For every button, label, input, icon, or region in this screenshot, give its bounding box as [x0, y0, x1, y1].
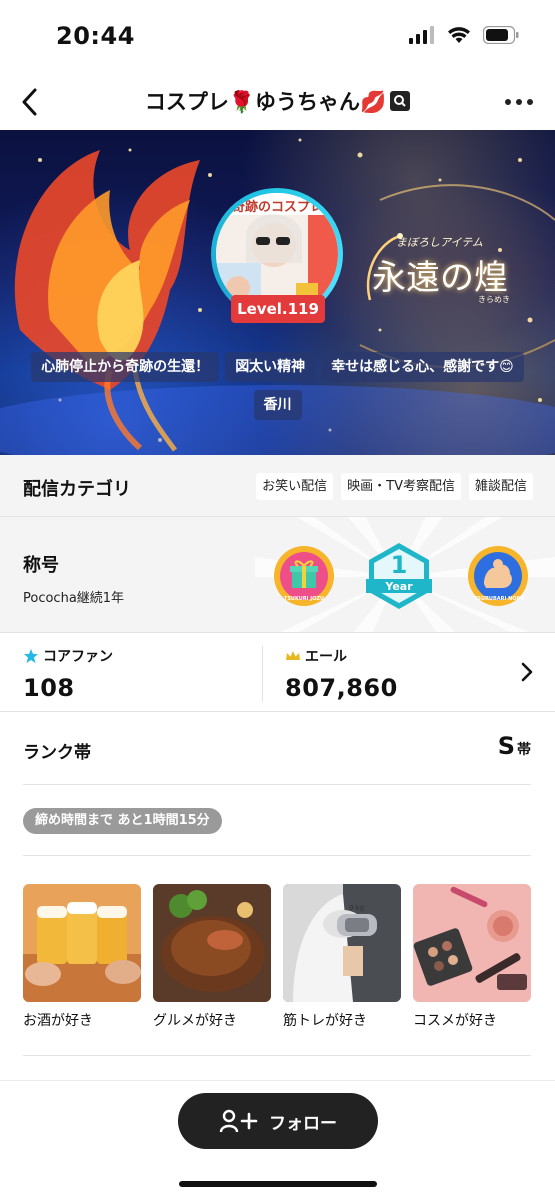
interest-label: 筋トレが好き — [283, 1013, 367, 1029]
title-label: 称号 — [23, 555, 59, 576]
avatar-caption: 奇跡のコスプレ — [232, 200, 324, 215]
tags-row-2: 香川 — [0, 390, 555, 420]
add-user-icon — [219, 1109, 258, 1133]
bottom-bar: フォロー — [0, 1080, 555, 1200]
year-badge-icon: 1 Year — [366, 541, 432, 611]
dumbbell-image: 9 kg — [283, 884, 401, 1002]
steak-image — [153, 884, 271, 1002]
category-chip: 映画・TV考察配信 — [341, 473, 461, 500]
category-label: 配信カテゴリ — [23, 479, 131, 500]
core-fan-stat: コアファン 108 — [23, 646, 113, 702]
page-title-text: コスプレ🌹ゆうちゃん💋 — [144, 90, 387, 114]
page-title: コスプレ🌹ゆうちゃん💋 — [0, 86, 555, 116]
more-dot — [505, 99, 511, 105]
yell-stat: エール 807,860 — [285, 646, 398, 702]
category-chip: 雑談配信 — [468, 473, 533, 500]
battery-icon — [483, 26, 519, 44]
interests-list: お酒が好き グルメが好き 9 kg 筋トレが好き コスメが好き — [23, 884, 533, 1030]
interest-item[interactable]: 9 kg 筋トレが好き — [283, 884, 401, 1030]
year-badge-text: Year — [385, 580, 413, 593]
yell-label: エール — [305, 649, 347, 665]
status-time: 20:44 — [56, 22, 135, 50]
interest-item[interactable]: コスメが好き — [413, 884, 531, 1030]
divider — [23, 1055, 531, 1056]
muscle-badge-icon: TSURUBARI NOBO — [466, 544, 530, 608]
cosmetics-image — [413, 884, 531, 1002]
deadline-badge: 締め時間まで あと1時間15分 — [23, 808, 222, 834]
profile-tag: 幸せは感じる心、感謝です😊 — [321, 352, 524, 382]
title-sub: Pococha継続1年 — [23, 591, 125, 606]
follow-button[interactable]: フォロー — [178, 1093, 378, 1149]
gift-badge-icon: TSUKURI JOZU — [272, 544, 336, 608]
status-bar: 20:44 — [0, 0, 555, 74]
core-fan-value: 108 — [23, 674, 75, 702]
profile-tag: 心肺停止から奇跡の生還！ — [31, 352, 220, 382]
interest-label: コスメが好き — [413, 1013, 497, 1029]
title-section[interactable]: 称号 Pococha継続1年 TSUKURI JOZU 1 Year TSURU… — [0, 517, 555, 633]
interest-item[interactable]: グルメが好き — [153, 884, 271, 1030]
divider — [23, 855, 531, 856]
nav-bar: コスプレ🌹ゆうちゃん💋 — [0, 74, 555, 130]
beer-image — [23, 884, 141, 1002]
year-badge-number: 1 — [390, 551, 408, 579]
rank-value: S 帯 — [498, 732, 531, 760]
more-dot — [516, 99, 522, 105]
interest-item[interactable]: お酒が好き — [23, 884, 141, 1030]
item-logo-ruby: きらめき — [478, 295, 510, 304]
core-fan-label: コアファン — [43, 649, 113, 665]
interest-label: グルメが好き — [153, 1013, 237, 1029]
more-options-button[interactable] — [499, 86, 539, 118]
rank-suffix: 帯 — [517, 742, 531, 758]
level-badge: Level.119 — [231, 295, 325, 323]
rank-letter: S — [497, 732, 515, 760]
gift-badge-text: TSUKURI JOZU — [283, 596, 325, 602]
fans-detail-button[interactable] — [521, 662, 533, 686]
divider — [23, 784, 531, 785]
dumbbell-weight: 9 kg — [349, 904, 365, 912]
chevron-right-icon — [521, 662, 533, 682]
home-indicator — [179, 1181, 377, 1187]
rank-label: ランク帯 — [23, 743, 91, 763]
item-logo-small: まぼろしアイテム — [396, 236, 483, 249]
category-section: 配信カテゴリ お笑い配信 映画・TV考察配信 雑談配信 — [0, 455, 555, 517]
more-dot — [527, 99, 533, 105]
status-icons — [409, 26, 519, 44]
wifi-icon — [448, 27, 470, 43]
tags-row-1: 心肺停止から奇跡の生還！ 図太い精神 幸せは感じる心、感謝です😊 — [0, 352, 555, 382]
profile-tag: 香川 — [253, 390, 302, 420]
fans-section[interactable]: コアファン 108 エール 807,860 — [0, 634, 555, 712]
search-tag-icon — [390, 91, 411, 111]
item-logo: まぼろしアイテム 永遠の煌 きらめき — [360, 230, 520, 310]
crown-icon — [286, 651, 300, 660]
profile-tag: 図太い精神 — [225, 352, 316, 382]
follow-label: フォロー — [269, 1113, 337, 1134]
fan-divider — [262, 646, 263, 702]
category-chips: お笑い配信 映画・TV考察配信 雑談配信 — [256, 473, 533, 500]
interest-label: お酒が好き — [23, 1013, 93, 1029]
star-icon — [24, 649, 38, 663]
rank-section: ランク帯 S 帯 — [0, 712, 555, 784]
yell-value: 807,860 — [285, 674, 398, 702]
item-logo-main: 永遠の煌 — [372, 258, 508, 298]
category-chip: お笑い配信 — [256, 473, 334, 500]
muscle-badge-text: TSURUBARI NOBO — [474, 596, 525, 602]
profile-banner: 奇跡のコスプレ Level.119 まぼろしアイテム 永遠の煌 きらめき 心肺停… — [0, 130, 555, 455]
signal-icon — [409, 26, 434, 44]
